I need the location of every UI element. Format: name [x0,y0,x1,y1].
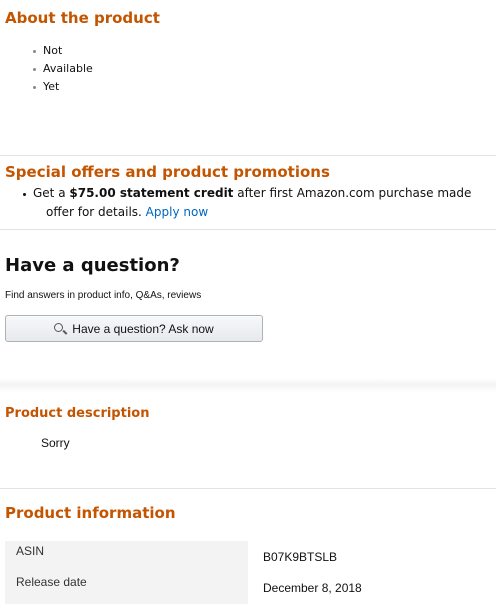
offer-details-text: offer for details. [46,205,146,219]
offer-credit-amount: $75.00 statement credit [69,186,234,200]
offer-line: Get a $75.00 statement credit after firs… [23,186,472,200]
section-divider [0,155,496,156]
list-item: Available [33,60,93,78]
section-divider [0,488,496,489]
offer-text-prefix: Get a [33,186,70,200]
info-heading: Product information [5,504,176,522]
description-text: Sorry [41,436,70,450]
about-bullet-list: Not Available Yet [33,42,93,96]
list-item: Not [33,42,93,60]
info-label-release-date: Release date [5,572,248,604]
table-row: ASIN B07K9BTSLB [5,541,496,573]
search-icon [54,323,64,332]
question-heading: Have a question? [5,255,180,276]
offers-heading: Special offers and product promotions [5,163,330,181]
section-divider [0,229,496,230]
list-item: Yet [33,78,93,96]
about-heading: About the product [5,9,160,27]
offer-text-suffix: after first Amazon.com purchase made [233,186,472,200]
section-divider [0,378,496,392]
ask-question-button[interactable]: Have a question? Ask now [5,315,263,342]
question-subtext: Find answers in product info, Q&As, revi… [5,290,202,301]
info-label-asin: ASIN [5,541,248,573]
apply-now-link[interactable]: Apply now [146,205,208,219]
bullet-dot [23,193,26,196]
info-value-release-date: December 8, 2018 [263,581,362,595]
ask-question-label: Have a question? Ask now [72,321,214,336]
info-value-asin: B07K9BTSLB [263,550,338,564]
offer-line-2: offer for details. Apply now [46,205,208,219]
table-row: Release date December 8, 2018 [5,572,496,604]
description-heading: Product description [5,406,150,421]
